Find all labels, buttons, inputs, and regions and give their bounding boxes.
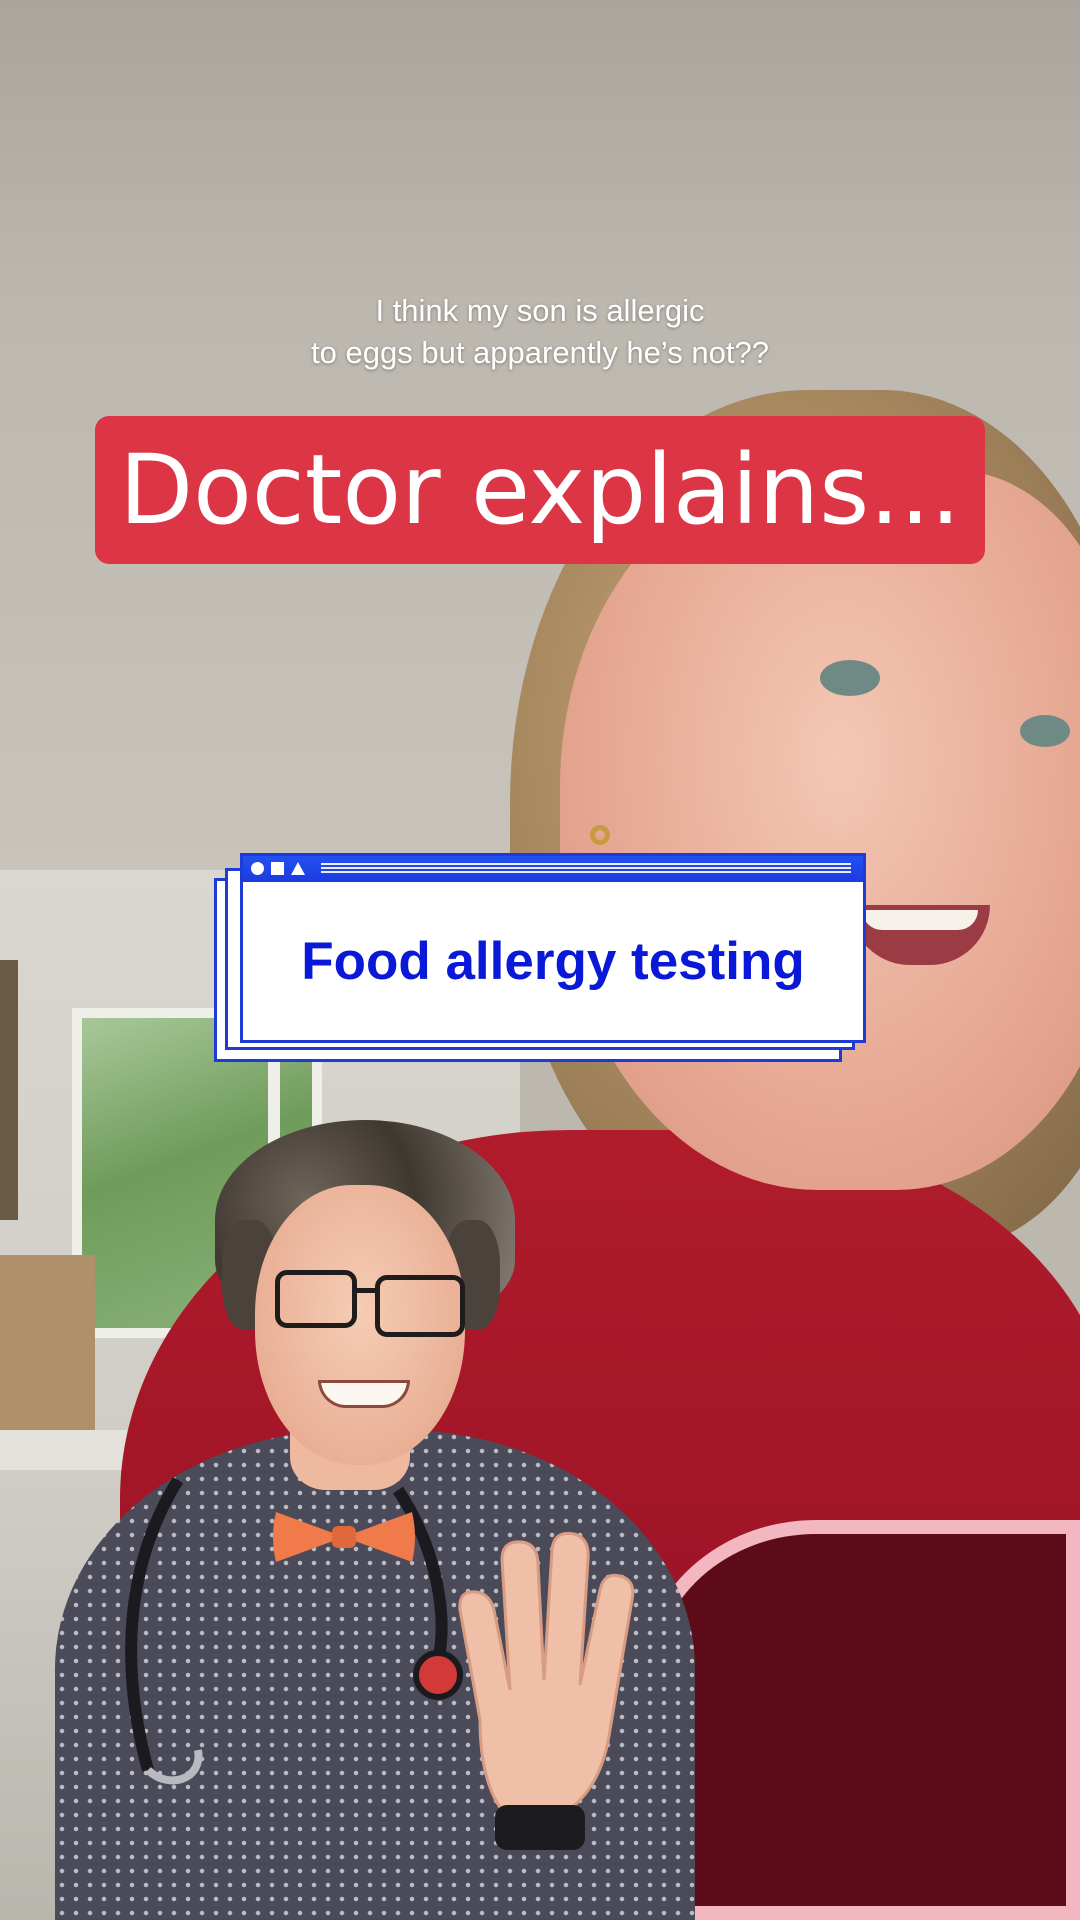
title-bar-lines: [321, 863, 851, 875]
woman-eye-left: [820, 660, 880, 696]
glasses-right-lens: [375, 1275, 465, 1337]
video-caption: I think my son is allergic to eggs but a…: [150, 290, 930, 374]
waving-hand-icon: [458, 1531, 635, 1850]
woman-eye-right: [1020, 715, 1070, 747]
topic-card: Food allergy testing: [240, 853, 866, 1043]
circle-icon: [251, 862, 264, 875]
sweater-print: [640, 1520, 1080, 1920]
headline-banner: Doctor explains...: [95, 416, 985, 564]
doctor-smile: [318, 1380, 410, 1408]
card-title-bar: [243, 856, 863, 882]
caption-line-2: to eggs but apparently he’s not??: [311, 335, 769, 370]
background-cabinet: [0, 1255, 95, 1435]
glasses-left-lens: [275, 1270, 357, 1328]
woman-earring: [590, 825, 610, 845]
triangle-icon: [291, 862, 305, 875]
square-icon: [271, 862, 284, 875]
glasses-bridge: [355, 1288, 377, 1293]
caption-line-1: I think my son is allergic: [375, 293, 705, 328]
woman-face: [560, 470, 1080, 1190]
video-frame[interactable]: I think my son is allergic to eggs but a…: [0, 0, 1080, 1920]
background-shelf: [0, 960, 18, 1220]
bowtie-icon: [273, 1512, 415, 1562]
card-title: Food allergy testing: [301, 931, 805, 991]
woman-teeth: [862, 910, 978, 930]
headline-text: Doctor explains...: [119, 434, 961, 546]
